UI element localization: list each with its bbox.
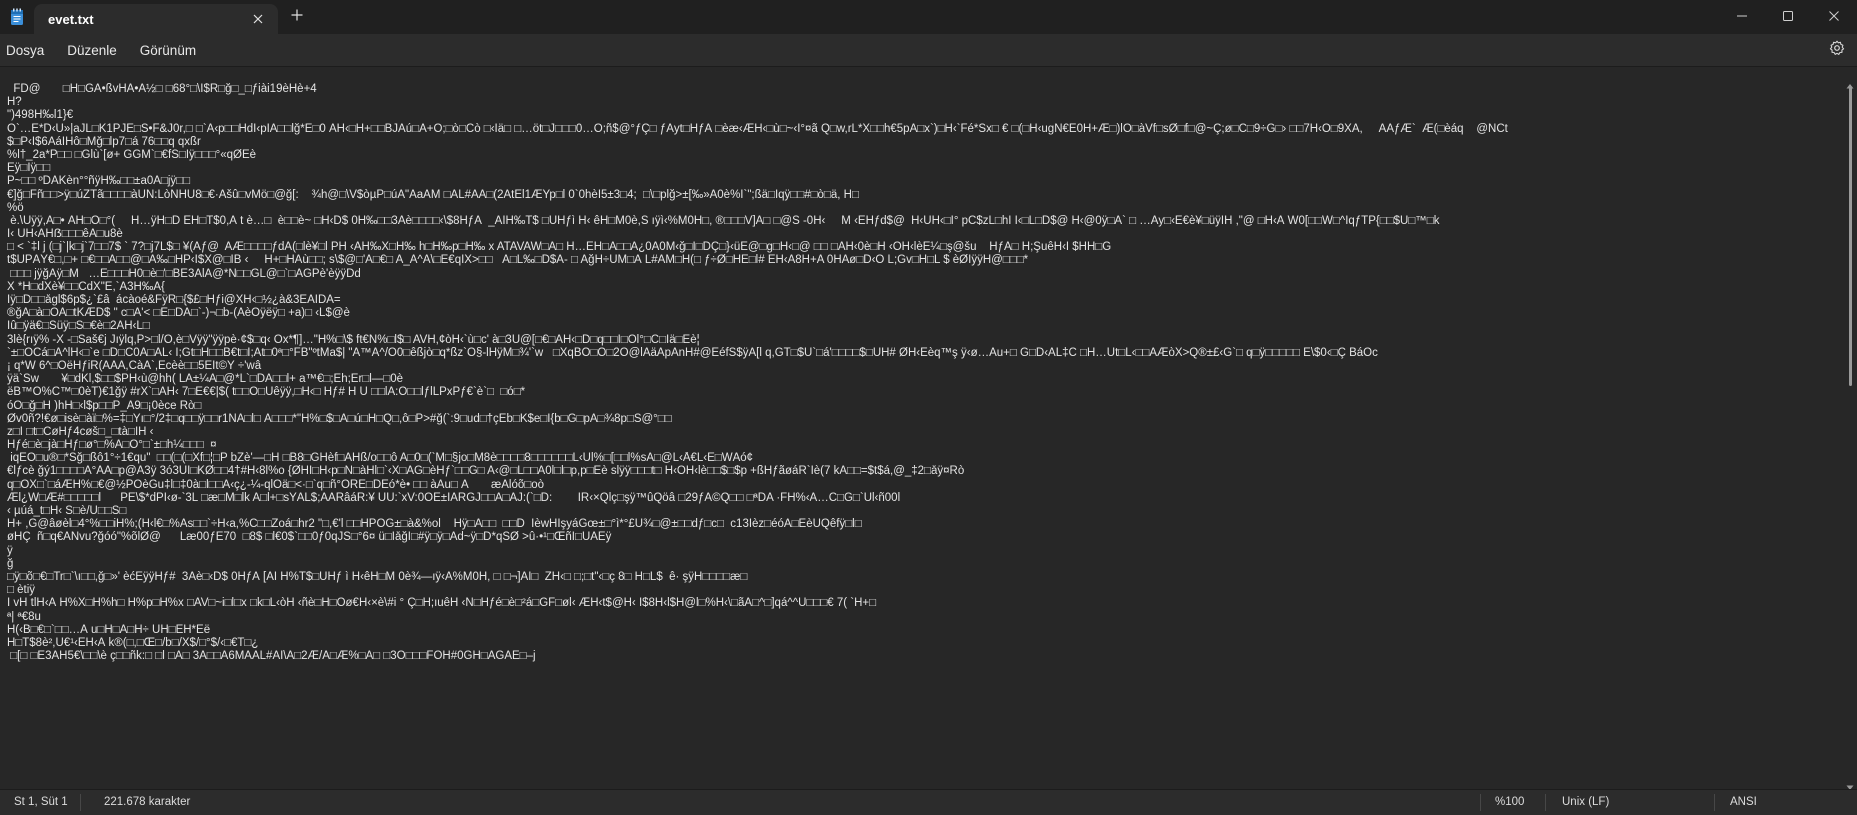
gear-icon — [1829, 40, 1845, 61]
editor-line: q□ÕX□`□áÆH%□€@½PÖèĞu‡l□‡0à□l□□À‹ç¿-¼-qlÒ… — [7, 478, 544, 491]
editor-line: ğ — [7, 557, 14, 570]
character-count: 221.678 karakter — [104, 796, 191, 808]
editor-line: è.\Ûÿÿ,À□• ÀH□O□°( H…ÿH□D ÊH□T$0,À t è…□… — [7, 214, 1440, 227]
encoding[interactable]: ANSI — [1730, 796, 1757, 808]
editor-line: z□I □t□CøHƒ4cøš□_□tà□IH ‹ — [7, 425, 154, 438]
status-divider — [80, 794, 81, 811]
tab-evet-txt[interactable]: evet.txt — [34, 4, 278, 34]
notepad-app-icon — [0, 0, 34, 34]
editor-line: □ ètiÿ — [7, 584, 36, 597]
vertical-scrollbar[interactable] — [1845, 82, 1855, 790]
editor-line: óÔ□ğ□H )hH□‹l$p□□P_Ã9□¡0èce Rò□ — [7, 399, 202, 412]
editor-line: H+ ,Ğ@âøèl□4°%□□iH%;(H‹l€□%Às□□`÷H‹a,%C□… — [7, 518, 862, 531]
editor-line: FD@ □H□GÂ•ßvHÄ•Á½□ □68°□\Î$R□ğ□_□ƒiài19è… — [7, 83, 317, 95]
window-controls — [1719, 0, 1857, 34]
editor-line: Øv0ñ?!€ø□isè□àï□%=‡□Yı□°/2‡□q□□ÿ□□r1NÃ□l… — [7, 412, 672, 425]
editor-line: 3lè{rıÿ% -X -□Šaš€j Jıÿlq,P>□l/Ö,è□Vÿÿ"ÿ… — [7, 333, 700, 346]
editor-line: %l†_2a*P□□ □Ğlù`[ø+ GĞM`□€fS□Ìÿ□□□°«qØËè — [7, 148, 257, 161]
menu-edit[interactable]: Düzenle — [61, 43, 128, 58]
cursor-position: St 1, Süt 1 — [14, 796, 68, 808]
editor-line: Hƒé□è□jà□Hƒ□ø°□%A□Ô°□`±□h¼□□□ ¤ — [7, 439, 217, 452]
plus-icon — [291, 8, 303, 26]
editor-line: Îÿ□D□□ågl$6p$¿`£â ácàoé&FÿR□{$£□Hƒi@XH‹□… — [7, 294, 341, 306]
settings-button[interactable] — [1821, 34, 1853, 66]
editor-line: €lƒcè ğý1□□□□A°ÀÂ□p@Ã3ÿ 3ó3ÛI□KØ□□4†#H‹8… — [7, 465, 965, 478]
editor-line: $□P‹Ï$6ÁáÎHô□Mğ□lp7□á 76□□q qxßr — [7, 135, 201, 148]
editor-line: Ëÿ□Ìÿ□□ — [7, 162, 51, 175]
editor-line: ‹ µúá_t□H‹ S□è/Ù□□S□ — [7, 505, 127, 517]
zoom-level[interactable]: %100 — [1495, 796, 1524, 808]
maximize-icon — [1783, 8, 1793, 26]
text-editor[interactable]: FD@ □H□GÂ•ßvHÄ•Á½□ □68°□\Î$R□ğ□_□ƒiài19è… — [0, 67, 1843, 784]
editor-line: Æl¿W□Æ#□□□□□l PË\$*dPI‹ø-`3L □æ□M□lk A□l… — [7, 491, 901, 504]
editor-line: ")498H‰l1}€ — [7, 109, 74, 122]
editor-line: Iû□ÿä€□Šüÿ□Š□€è□2ÀH‹L□ — [7, 320, 150, 333]
minimize-button[interactable] — [1719, 0, 1765, 34]
editor-line: X *H□dXè¥□□CdX"Ë,`Á3H‰Á{ — [7, 280, 165, 293]
menu-file[interactable]: Dosya — [0, 43, 55, 58]
new-tab-button[interactable] — [280, 0, 314, 34]
editor-line: H□T$8è²,Ù€¹‹ÈH‹Á k®(□,□Œ□/b□/X$/□°$/‹□€T… — [7, 636, 259, 649]
editor-line: Ó`…È*D‹Ú»|aJL□K1PJË□S•F&J0r,□ □`A‹p□□HdI… — [7, 122, 1508, 135]
editor-line: ÿä`Sw ¥□dKl,$□□$PH‹ù@hh( LÀ±¼A□@*L`□DÂ□□… — [7, 373, 404, 386]
editor-line: Ì vH tlH‹Ä H%X□H%h□ H%p□H%x □AV□~i□l□x □… — [7, 597, 877, 610]
close-icon — [1829, 8, 1839, 26]
editor-line: ª| ª€8u — [7, 610, 41, 623]
editor-line: P~□□ ºDÄKèn°°ñÿH‰□□±a0A□jÿ□□ — [7, 175, 191, 188]
status-bar: St 1, Süt 1 221.678 karakter %100 Unix (… — [0, 789, 1857, 815]
status-divider — [1545, 794, 1546, 811]
editor-line: ®ğÀ□à□ÕÂ□tKÆD$ " c□A'< □E□DA□`-)¬□b-(ÀèÖ… — [7, 307, 350, 320]
close-tab-icon[interactable] — [244, 5, 272, 33]
editor-line: H(‹B□€□`□□…À u□H□A□H÷ ÙH□ÉH*Ëë — [7, 623, 211, 636]
editor-line: ÿ — [7, 544, 13, 557]
editor-line: □□□ jÿğÁÿ□M …É□□□H0□è□'□BE3ÀlA@*N□□ĞL@□`… — [7, 267, 361, 280]
minimize-icon — [1737, 8, 1747, 26]
scroll-down-arrow-icon[interactable] — [1846, 778, 1854, 790]
editor-line: iqÉÓ□u®□*Šğ□ßô1°÷1€qu" □□(□(□Xf□¦□P bZè'… — [7, 452, 754, 465]
editor-line: ëB™Ò%C™□0èT)€1ğÿ #rX`□ÃH‹ 7□Ë€€|$( t□□O□… — [7, 386, 526, 399]
scrollbar-thumb[interactable] — [1849, 86, 1852, 386]
editor-line: %ö — [7, 201, 24, 214]
editor-content: FD@ □H□GÂ•ßvHÄ•Á½□ □68°□\Î$R□ğ□_□ƒiài19è… — [0, 67, 1843, 663]
editor-line: I‹ ÙH‹AHẞ□□□êÀ□u8è — [7, 228, 123, 241]
maximize-button[interactable] — [1765, 0, 1811, 34]
status-divider — [1714, 794, 1715, 811]
menu-view[interactable]: Görünüm — [134, 43, 207, 58]
editor-line: `±□OCá□Á^lH‹□`e □D□C0À□ÀL‹ I;Gt□H□□B€t□I… — [7, 346, 1378, 359]
editor-line: H? — [7, 96, 22, 109]
editor-line: t$ÛPÄÝ€□,□+ □€□□À□□@□A‰□HP‹I$X@□IB ‹ H+□… — [7, 254, 1029, 267]
tab-title: evet.txt — [48, 11, 94, 27]
editor-line: €]ğ□Fñ□□>ÿ□úZTã□□□□àÙN:LòNHU8□€·Äšû□vMö□… — [7, 188, 859, 201]
status-divider — [1480, 794, 1481, 811]
title-bar: evet.txt — [0, 0, 1857, 34]
menu-bar: Dosya Düzenle Görünüm — [0, 34, 1857, 67]
editor-line: □ < `‡l j (□j`|k□j`7□□7$ ` 7?□j7L$□ ¥(Aƒ… — [7, 241, 1112, 254]
line-ending[interactable]: Unix (LF) — [1562, 796, 1609, 808]
editor-line: ¡ q*W 6^□ÕëHƒiR(ÃÂA,CàÀ`,Êcèè□□5EIt©Ý ÷'… — [7, 359, 262, 372]
editor-line: øHÇ ñ□q€ÁÑvu?ğóó"%õlØ@ Læ00ƒÈ70 □8$ □l€0… — [7, 531, 612, 544]
editor-line: □[□ □E3ÀH5€\□□\è ç□□ñk:□ □l □A□ 3A□□À6MÂ… — [7, 650, 536, 663]
scroll-up-arrow-icon[interactable] — [1846, 76, 1854, 89]
close-window-button[interactable] — [1811, 0, 1857, 34]
editor-line: □ÿ□õ□€□Tr□`\ı□□,ğ□»' èćÊÿÿHƒ# 3Àè□‹D$ 0H… — [7, 570, 748, 583]
